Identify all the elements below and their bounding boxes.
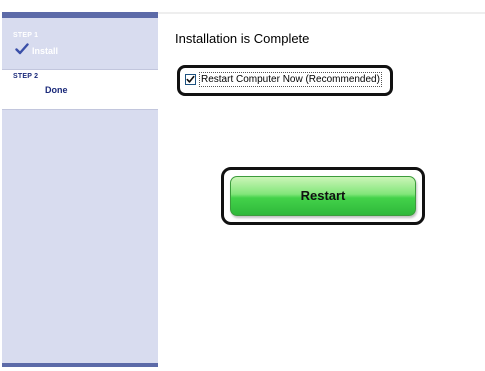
checkmark-icon	[15, 42, 29, 55]
checkmark-icon	[186, 75, 195, 83]
wizard-steps-sidebar: STEP 1 Install STEP 2 Done	[2, 12, 158, 367]
page-title: Installation is Complete	[175, 31, 310, 46]
step-label: Done	[45, 85, 68, 95]
step-heading: STEP 2	[13, 73, 39, 80]
step-done: STEP 2 Done	[2, 69, 158, 110]
restart-checkbox-label[interactable]: Restart Computer Now (Recommended)	[199, 72, 382, 87]
sidebar-bottom-bar	[2, 363, 158, 367]
step-install: STEP 1 Install	[2, 18, 158, 69]
restart-checkbox[interactable]	[185, 74, 196, 85]
step-heading: STEP 1	[13, 32, 39, 39]
restart-button-highlight: Restart	[221, 167, 425, 225]
restart-checkbox-highlight: Restart Computer Now (Recommended)	[177, 65, 393, 96]
step-label: Install	[32, 46, 59, 56]
header-divider	[158, 12, 485, 14]
restart-button[interactable]: Restart	[230, 176, 416, 216]
